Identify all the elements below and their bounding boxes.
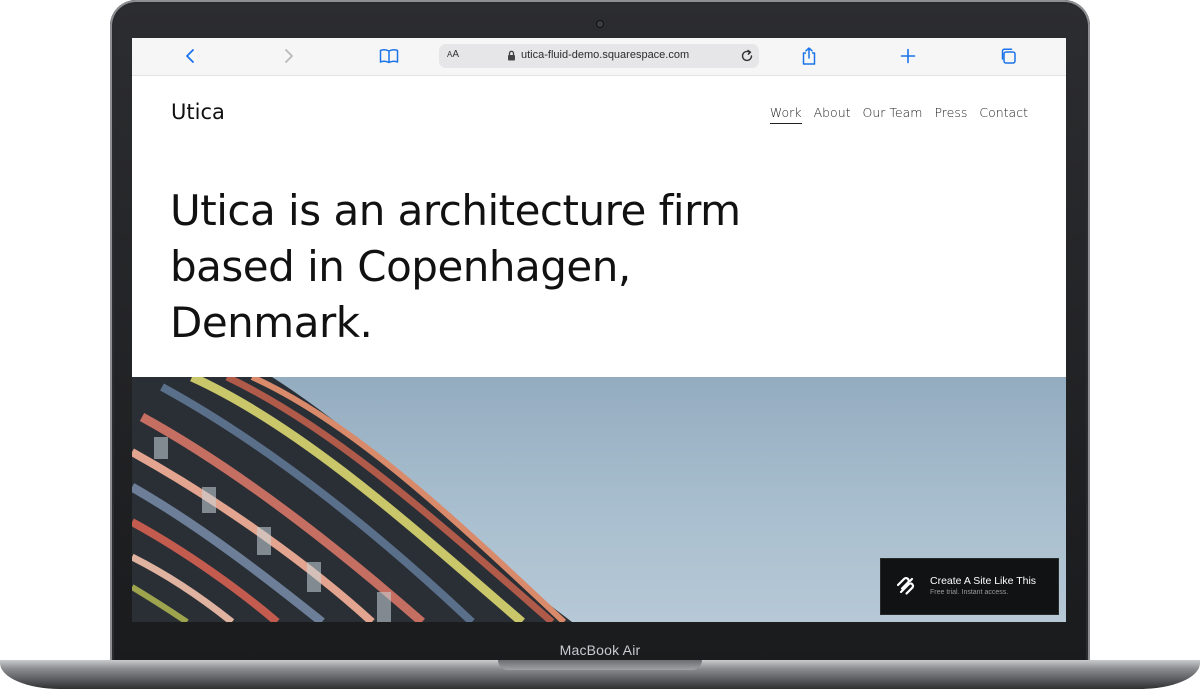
plus-icon (900, 48, 916, 64)
address-bar[interactable]: AA utica-fluid-demo.squarespace.com (439, 44, 759, 68)
text-size-button[interactable]: AA (447, 49, 459, 60)
nav-item-our-team[interactable]: Our Team (863, 105, 923, 124)
lock-icon (508, 50, 515, 61)
squarespace-logo-icon (896, 577, 915, 595)
laptop-notch (498, 660, 702, 670)
share-button[interactable] (797, 45, 821, 67)
device-label: MacBook Air (559, 642, 641, 658)
cta-title: Create A Site Like This (930, 575, 1037, 587)
browser-toolbar: AA utica-fluid-demo.squarespace.com (132, 38, 1066, 76)
tabs-overview-button[interactable] (996, 45, 1020, 67)
book-icon (379, 49, 399, 64)
cta-subtitle: Free trial. Instant access. (930, 589, 1009, 596)
new-tab-button[interactable] (896, 45, 920, 67)
site-logo-title[interactable]: Utica (171, 100, 225, 124)
chevron-left-icon (186, 49, 194, 63)
url-text: utica-fluid-demo.squarespace.com (521, 49, 690, 61)
nav-item-about[interactable]: About (814, 105, 851, 124)
chevron-right-icon (285, 49, 293, 63)
screen: AA utica-fluid-demo.squarespace.com Utic… (132, 38, 1066, 622)
bookmarks-button[interactable] (377, 45, 401, 67)
create-site-cta[interactable]: Create A Site Like This Free trial. Inst… (880, 558, 1059, 615)
share-icon (802, 47, 816, 65)
nav-item-work[interactable]: Work (769, 105, 802, 124)
forward-button[interactable] (277, 45, 301, 67)
tabs-icon (1001, 48, 1016, 64)
back-button[interactable] (178, 45, 202, 67)
hero-heading: Utica is an architecture firm based in C… (170, 186, 741, 347)
nav-item-press[interactable]: Press (934, 105, 967, 124)
reload-icon[interactable] (740, 49, 754, 63)
nav-item-contact[interactable]: Contact (979, 105, 1028, 124)
main-nav: Work About Our Team Press Contact (769, 105, 1028, 124)
camera-icon (597, 21, 603, 27)
